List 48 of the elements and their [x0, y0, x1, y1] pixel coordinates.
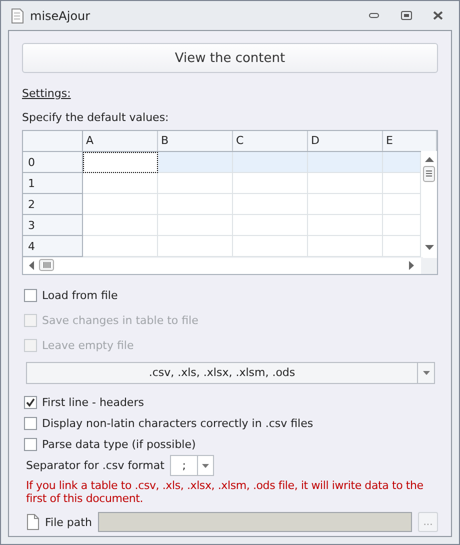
minimize-icon	[369, 12, 379, 18]
scroll-up-icon[interactable]	[425, 157, 434, 162]
close-icon	[433, 11, 443, 20]
file-icon	[27, 514, 39, 530]
dropdown-arrow-icon	[422, 371, 430, 375]
column-header[interactable]: A	[83, 131, 158, 151]
file-path-label: File path	[45, 516, 92, 528]
view-content-button[interactable]: View the content	[22, 43, 438, 73]
column-header[interactable]: C	[233, 131, 308, 151]
defaults-label: Specify the default values:	[22, 111, 170, 124]
grid-row[interactable]: 2	[23, 194, 421, 215]
document-icon	[11, 8, 24, 24]
checkbox[interactable]	[24, 396, 37, 409]
scrollbar-thumb[interactable]	[423, 166, 435, 182]
column-header[interactable]: D	[308, 131, 383, 151]
checkbox-label: Load from file	[42, 289, 118, 302]
window-title: miseAjour	[30, 8, 92, 22]
checkbox-label: Leave empty file	[42, 339, 134, 352]
settings-heading: Settings:	[22, 87, 72, 100]
format-dropdown[interactable]: .csv, .xls, .xlsx, .xlsm, .ods	[26, 362, 435, 384]
grid-row[interactable]: 3	[23, 215, 421, 236]
column-header[interactable]: B	[158, 131, 233, 151]
scroll-left-icon[interactable]	[29, 261, 34, 270]
checkbox[interactable]	[24, 289, 37, 302]
checkbox[interactable]	[24, 417, 37, 430]
row-header[interactable]: 3	[23, 215, 83, 236]
checkbox-label: Parse data type (if possible)	[42, 438, 196, 451]
row-header[interactable]: 4	[23, 236, 83, 257]
separator-dropdown[interactable]: ;	[170, 455, 214, 476]
dropdown-arrow-icon	[202, 464, 210, 468]
scroll-right-icon[interactable]	[409, 261, 414, 270]
maximize-icon	[400, 11, 412, 20]
checkbox[interactable]	[24, 438, 37, 451]
row-header[interactable]: 2	[23, 194, 83, 215]
check-icon	[26, 398, 35, 407]
scroll-down-icon[interactable]	[425, 245, 434, 250]
file-path-field[interactable]	[98, 512, 412, 532]
table-cell[interactable]	[83, 152, 158, 173]
separator-label: Separator for .csv format	[26, 459, 164, 472]
row-header[interactable]: 1	[23, 173, 83, 194]
checkbox-label: First line - headers	[42, 396, 144, 409]
checkbox-label: Display non-latin characters correctly in .csv files	[42, 417, 314, 430]
grid-row[interactable]: 1	[23, 173, 421, 194]
warning-text: If you link a table to .csv, .xls, .xlsx, .xlsm, .ods file, it will iwrite data to the first of this document.	[25, 478, 424, 507]
scrollbar-thumb[interactable]	[39, 259, 54, 271]
checkbox-label: Save changes in table to file	[42, 314, 198, 327]
grid-row[interactable]: 0	[23, 152, 421, 173]
row-header[interactable]: 0	[23, 152, 83, 173]
